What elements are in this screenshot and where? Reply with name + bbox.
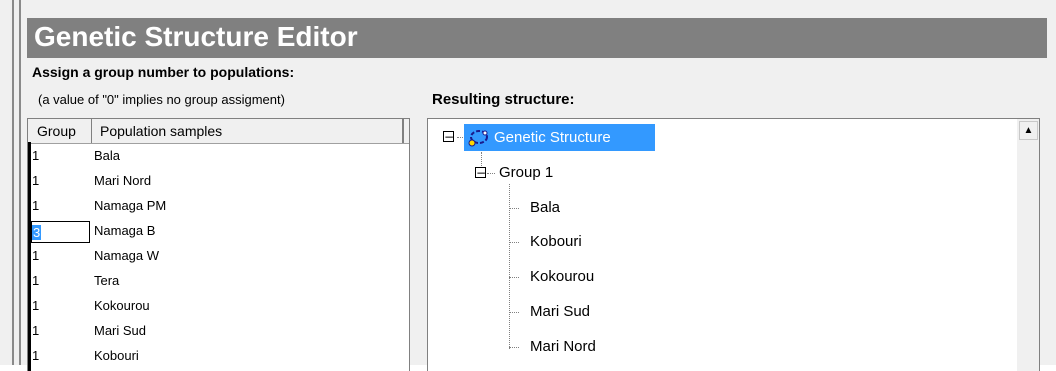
tree-leaf-node[interactable]: Kokourou [530,266,594,288]
population-grid[interactable]: Group Population samples 1 Bala 1 Mari N… [27,118,410,371]
minus-box-icon[interactable]: − [443,131,454,143]
group-cell[interactable]: 1 [32,170,90,191]
population-cell: Kokourou [94,298,150,313]
table-row[interactable]: 1 Namaga PM [28,195,409,220]
table-row[interactable]: 1 Mari Nord [28,170,409,195]
genetic-structure-icon [468,130,488,147]
population-cell: Bala [94,148,121,163]
population-cell: Namaga W [94,248,160,263]
tree-connector [509,277,519,278]
tree-root-label[interactable]: Genetic Structure [494,127,611,149]
arrow-up-icon[interactable]: ▲ [1019,121,1038,140]
population-cell: Namaga B [94,223,156,238]
table-row[interactable]: 1 Kokourou [28,295,409,320]
title-bar: Genetic Structure Editor [27,18,1047,58]
window-title: Genetic Structure Editor [34,21,358,52]
tree-connector [509,242,519,243]
tree-connector [509,347,519,348]
tree-group-node[interactable]: Group 1 [499,162,553,184]
group-cell-editor[interactable]: 3 [31,221,90,243]
group-cell[interactable]: 1 [32,320,90,341]
group-cell[interactable]: 1 [32,195,90,216]
table-row[interactable]: 1 Mari Sud [28,320,409,345]
tree-leaf-node[interactable]: Mari Sud [530,301,590,323]
editor-window: Genetic Structure Editor Assign a group … [0,0,1056,371]
table-row[interactable]: 1 Bala [28,145,409,170]
tree-connector [487,173,495,174]
group-cell[interactable]: 1 [32,345,90,366]
table-row[interactable]: 1 Namaga W [28,245,409,270]
assign-heading: Assign a group number to populations: [32,64,295,80]
tree-connector [509,208,519,209]
group-cell-selected-text[interactable]: 3 [32,225,42,240]
group-cell[interactable]: 1 [32,295,90,316]
minus-box-icon[interactable]: − [475,167,486,179]
tree-scrollbar[interactable]: ▲ [1017,118,1040,371]
window-border-inner [19,0,21,365]
population-cell: Mari Sud [94,323,147,338]
grid-header: Group Population samples [28,119,409,144]
tree-leaf-node[interactable]: Kobouri [530,231,582,253]
tree-connector [509,312,519,313]
group-cell[interactable]: 1 [32,270,90,291]
tree-connector [457,137,463,138]
window-border [12,0,14,365]
tree-leaf-node[interactable]: Mari Nord [530,336,596,358]
table-row[interactable]: 3 Namaga B [28,220,409,245]
population-cell: Namaga PM [94,198,167,213]
tree-leaf-node[interactable]: Bala [530,197,560,219]
group-note: (a value of "0" implies no group assigme… [38,92,285,107]
table-row[interactable]: 1 Tera [28,270,409,295]
structure-tree[interactable] [427,118,1019,371]
group-cell[interactable]: 1 [32,145,90,166]
population-cell: Tera [94,273,120,288]
column-header-group[interactable]: Group [28,119,92,143]
column-header-population[interactable]: Population samples [92,119,404,143]
resulting-structure-heading: Resulting structure: [432,91,575,108]
table-row[interactable]: 1 Kobouri [28,345,409,370]
group-cell[interactable]: 1 [32,245,90,266]
population-cell: Kobouri [94,348,139,363]
population-cell: Mari Nord [94,173,152,188]
